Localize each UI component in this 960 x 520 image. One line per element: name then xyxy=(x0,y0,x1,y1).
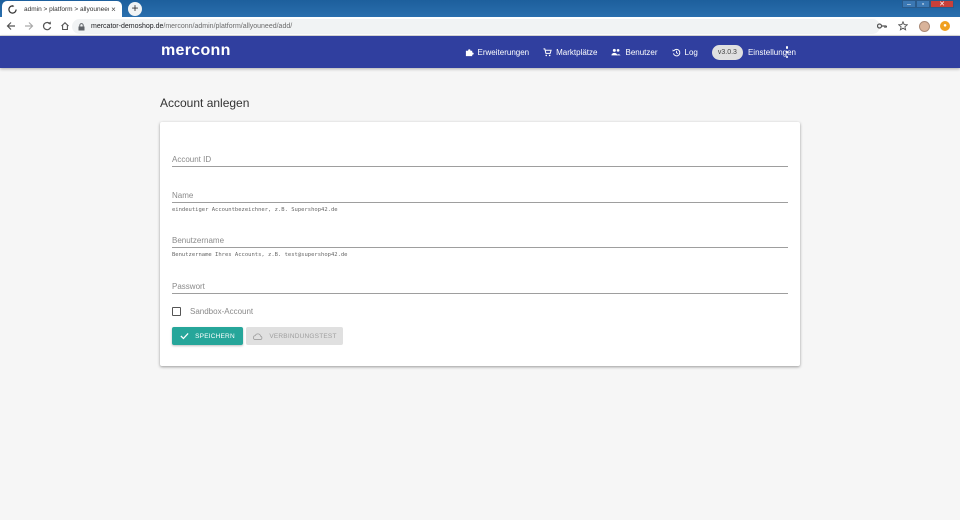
tab-close-icon[interactable]: × xyxy=(109,5,118,14)
menu-item-extensions[interactable]: Erweiterungen xyxy=(465,47,530,57)
menu-label-users: Benutzer xyxy=(625,47,658,57)
extension-icon[interactable]: ● xyxy=(938,19,952,33)
key-icon[interactable] xyxy=(875,19,889,33)
window-controls: – ▫ ✕ xyxy=(902,0,954,8)
menu-label-extensions: Erweiterungen xyxy=(477,47,530,57)
password-field xyxy=(172,276,788,294)
menu-label-log: Log xyxy=(684,47,698,57)
username-hint: Benutzername Ihres Accounts, z.B. test@s… xyxy=(172,252,348,258)
sandbox-checkbox[interactable] xyxy=(172,307,181,316)
name-field xyxy=(172,185,788,203)
account-id-field xyxy=(172,149,788,167)
page-title: Account anlegen xyxy=(160,96,250,110)
people-icon xyxy=(611,48,622,56)
main-menu: Erweiterungen Marktplätze Benutzer Log v… xyxy=(451,36,796,68)
close-window-button[interactable]: ✕ xyxy=(930,0,954,8)
connection-test-button[interactable]: VERBINDUNGSTEST xyxy=(246,327,343,345)
save-button-label: SPEICHERN xyxy=(195,332,235,340)
address-bar[interactable]: mercator-demoshop.de/merconn/admin/platf… xyxy=(72,19,880,34)
minimize-button[interactable]: – xyxy=(902,0,916,8)
account-form-card: eindeutiger Accountbezeichner, z.B. Supe… xyxy=(160,122,800,366)
url-path: /merconn/admin/platform/allyouneed/add/ xyxy=(163,23,293,30)
forward-icon[interactable] xyxy=(21,18,37,34)
tab-title: admin > platform > allyouneed xyxy=(24,5,109,13)
cart-icon xyxy=(543,47,552,57)
reload-icon[interactable] xyxy=(39,18,55,34)
back-icon[interactable] xyxy=(3,18,19,34)
save-button[interactable]: SPEICHERN xyxy=(172,327,243,345)
profile-avatar-icon[interactable] xyxy=(917,19,931,33)
browser-tab-strip: admin > platform > allyouneed × + – ▫ ✕ xyxy=(0,0,960,17)
connection-test-button-label: VERBINDUNGSTEST xyxy=(269,332,337,340)
home-icon[interactable] xyxy=(57,18,73,34)
menu-item-marketplaces[interactable]: Marktplätze xyxy=(543,48,597,57)
check-icon xyxy=(180,332,189,340)
username-input[interactable] xyxy=(172,234,788,248)
lock-icon xyxy=(78,22,85,31)
account-id-input[interactable] xyxy=(172,153,788,167)
browser-actions: ● xyxy=(875,19,952,33)
name-hint: eindeutiger Accountbezeichner, z.B. Supe… xyxy=(172,207,338,213)
username-field xyxy=(172,230,788,248)
puzzle-icon xyxy=(465,48,474,57)
history-icon xyxy=(672,48,681,57)
menu-item-log[interactable]: Log xyxy=(672,48,698,57)
sandbox-checkbox-row[interactable]: Sandbox-Account xyxy=(172,307,253,316)
browser-tab[interactable]: admin > platform > allyouneed × xyxy=(2,1,122,17)
name-input[interactable] xyxy=(172,189,788,203)
version-badge: v3.0.3 xyxy=(711,44,743,60)
app-logo[interactable]: merconn xyxy=(161,42,231,60)
sandbox-label[interactable]: Sandbox-Account xyxy=(190,307,253,316)
app-toolbar: merconn Erweiterungen Marktplätze Benutz… xyxy=(0,36,960,68)
password-input[interactable] xyxy=(172,280,788,294)
url-text: mercator-demoshop.de/merconn/admin/platf… xyxy=(91,23,292,30)
menu-item-users[interactable]: Benutzer xyxy=(611,47,658,57)
url-host: mercator-demoshop.de xyxy=(91,23,164,30)
more-vert-icon[interactable] xyxy=(785,46,789,58)
browser-toolbar: mercator-demoshop.de/merconn/admin/platf… xyxy=(0,17,960,36)
bookmark-star-icon[interactable] xyxy=(896,19,910,33)
cloud-icon xyxy=(252,333,263,340)
restore-button[interactable]: ▫ xyxy=(916,0,930,8)
menu-label-marketplaces: Marktplätze xyxy=(556,47,598,57)
new-tab-button[interactable]: + xyxy=(128,2,142,16)
tab-favicon-icon xyxy=(8,4,17,14)
